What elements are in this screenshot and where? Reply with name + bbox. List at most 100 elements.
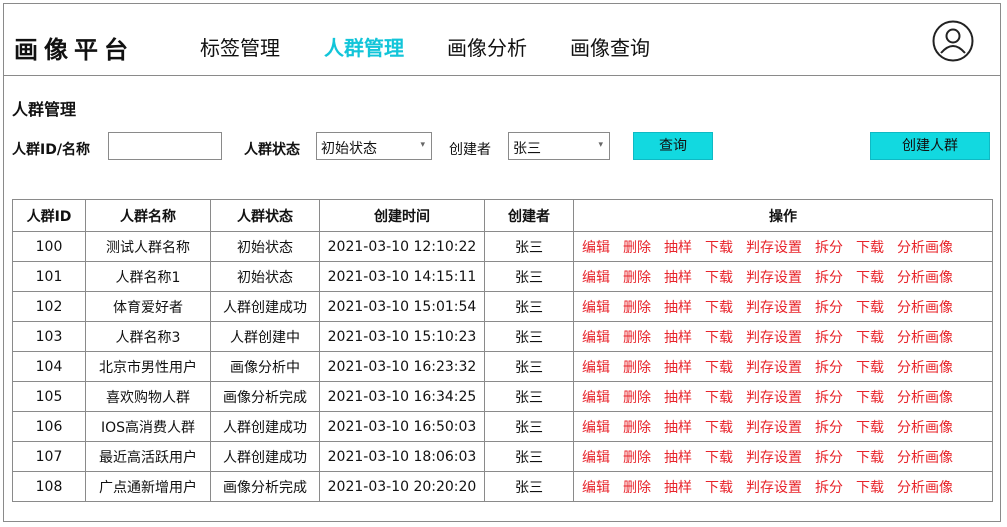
action-split-link[interactable]: 拆分 — [815, 240, 843, 256]
cell-status: 人群创建成功 — [210, 291, 320, 322]
action-analyze-profile-link[interactable]: 分析画像 — [897, 420, 953, 436]
action-split-link[interactable]: 拆分 — [815, 330, 843, 346]
action-split-link[interactable]: 拆分 — [815, 300, 843, 316]
action-analyze-profile-link[interactable]: 分析画像 — [897, 300, 953, 316]
action-edit-link[interactable]: 编辑 — [582, 300, 610, 316]
action-split-link[interactable]: 拆分 — [815, 390, 843, 406]
action-edit-link[interactable]: 编辑 — [582, 360, 610, 376]
nav-profile-analysis[interactable]: 画像分析 — [447, 32, 527, 61]
cell-created: 2021-03-10 16:50:03 — [319, 411, 485, 442]
table-row: 103 人群名称3 人群创建中 2021-03-10 15:10:23 张三 编辑 删除 抽样… — [12, 321, 993, 352]
action-retention-settings-link[interactable]: 判存设置 — [746, 360, 802, 376]
col-header-actions: 操作 — [573, 199, 993, 232]
action-download-2-link[interactable]: 下载 — [856, 330, 884, 346]
action-sample-link[interactable]: 抽样 — [664, 270, 692, 286]
action-download-link[interactable]: 下载 — [705, 330, 733, 346]
cell-id: 101 — [12, 261, 86, 292]
chevron-down-icon: ▾ — [598, 140, 603, 150]
action-retention-settings-link[interactable]: 判存设置 — [746, 330, 802, 346]
action-retention-settings-link[interactable]: 判存设置 — [746, 270, 802, 286]
action-sample-link[interactable]: 抽样 — [664, 300, 692, 316]
action-retention-settings-link[interactable]: 判存设置 — [746, 420, 802, 436]
action-sample-link[interactable]: 抽样 — [664, 360, 692, 376]
action-download-link[interactable]: 下载 — [705, 240, 733, 256]
nav-crowd-management[interactable]: 人群管理 — [324, 32, 404, 61]
action-retention-settings-link[interactable]: 判存设置 — [746, 240, 802, 256]
action-retention-settings-link[interactable]: 判存设置 — [746, 480, 802, 496]
action-sample-link[interactable]: 抽样 — [664, 420, 692, 436]
action-edit-link[interactable]: 编辑 — [582, 420, 610, 436]
action-edit-link[interactable]: 编辑 — [582, 330, 610, 346]
action-delete-link[interactable]: 删除 — [623, 360, 651, 376]
status-select[interactable]: 初始状态 ▾ — [316, 132, 432, 160]
action-split-link[interactable]: 拆分 — [815, 420, 843, 436]
action-split-link[interactable]: 拆分 — [815, 480, 843, 496]
col-header-created: 创建时间 — [319, 199, 485, 232]
table-row: 106 IOS高消费人群 人群创建成功 2021-03-10 16:50:03 张三 编辑… — [12, 411, 993, 442]
user-avatar-icon[interactable] — [932, 20, 974, 62]
action-analyze-profile-link[interactable]: 分析画像 — [897, 360, 953, 376]
action-edit-link[interactable]: 编辑 — [582, 450, 610, 466]
action-edit-link[interactable]: 编辑 — [582, 240, 610, 256]
action-download-2-link[interactable]: 下载 — [856, 300, 884, 316]
action-split-link[interactable]: 拆分 — [815, 270, 843, 286]
action-edit-link[interactable]: 编辑 — [582, 480, 610, 496]
action-download-link[interactable]: 下载 — [705, 360, 733, 376]
cell-creator: 张三 — [484, 321, 574, 352]
table-row: 105 喜欢购物人群 画像分析完成 2021-03-10 16:34:25 张三 编辑 删除… — [12, 381, 993, 412]
action-delete-link[interactable]: 删除 — [623, 420, 651, 436]
action-delete-link[interactable]: 删除 — [623, 240, 651, 256]
action-delete-link[interactable]: 删除 — [623, 480, 651, 496]
action-sample-link[interactable]: 抽样 — [664, 240, 692, 256]
action-delete-link[interactable]: 删除 — [623, 270, 651, 286]
top-navbar: 画像平台 标签管理 人群管理 画像分析 画像查询 — [4, 4, 1000, 76]
cell-name: 喜欢购物人群 — [85, 381, 211, 412]
action-download-link[interactable]: 下载 — [705, 480, 733, 496]
cell-actions: 编辑 删除 抽样 下载 判存设置 拆分 下载 分析画像 — [573, 321, 993, 352]
action-download-2-link[interactable]: 下载 — [856, 390, 884, 406]
action-delete-link[interactable]: 删除 — [623, 330, 651, 346]
search-button[interactable]: 查询 — [633, 132, 713, 160]
action-edit-link[interactable]: 编辑 — [582, 270, 610, 286]
cell-created: 2021-03-10 20:20:20 — [319, 471, 485, 502]
table-row: 104 北京市男性用户 画像分析中 2021-03-10 16:23:32 张三 编辑 删除… — [12, 351, 993, 382]
action-download-2-link[interactable]: 下载 — [856, 420, 884, 436]
action-analyze-profile-link[interactable]: 分析画像 — [897, 480, 953, 496]
action-retention-settings-link[interactable]: 判存设置 — [746, 300, 802, 316]
action-download-link[interactable]: 下载 — [705, 390, 733, 406]
action-download-link[interactable]: 下载 — [705, 450, 733, 466]
action-sample-link[interactable]: 抽样 — [664, 480, 692, 496]
action-analyze-profile-link[interactable]: 分析画像 — [897, 330, 953, 346]
action-delete-link[interactable]: 删除 — [623, 300, 651, 316]
action-download-link[interactable]: 下载 — [705, 270, 733, 286]
action-split-link[interactable]: 拆分 — [815, 360, 843, 376]
nav-tag-management[interactable]: 标签管理 — [200, 32, 280, 61]
creator-select[interactable]: 张三 ▾ — [508, 132, 610, 160]
action-download-2-link[interactable]: 下载 — [856, 270, 884, 286]
action-download-2-link[interactable]: 下载 — [856, 450, 884, 466]
action-sample-link[interactable]: 抽样 — [664, 450, 692, 466]
action-sample-link[interactable]: 抽样 — [664, 330, 692, 346]
action-analyze-profile-link[interactable]: 分析画像 — [897, 450, 953, 466]
action-download-link[interactable]: 下载 — [705, 420, 733, 436]
action-download-2-link[interactable]: 下载 — [856, 480, 884, 496]
id-name-input[interactable] — [108, 132, 222, 160]
action-analyze-profile-link[interactable]: 分析画像 — [897, 390, 953, 406]
create-crowd-button[interactable]: 创建人群 — [870, 132, 990, 160]
action-download-link[interactable]: 下载 — [705, 300, 733, 316]
nav-profile-query[interactable]: 画像查询 — [570, 32, 650, 61]
action-download-2-link[interactable]: 下载 — [856, 360, 884, 376]
action-sample-link[interactable]: 抽样 — [664, 390, 692, 406]
cell-actions: 编辑 删除 抽样 下载 判存设置 拆分 下载 分析画像 — [573, 441, 993, 472]
action-analyze-profile-link[interactable]: 分析画像 — [897, 240, 953, 256]
action-delete-link[interactable]: 删除 — [623, 390, 651, 406]
action-delete-link[interactable]: 删除 — [623, 450, 651, 466]
action-retention-settings-link[interactable]: 判存设置 — [746, 390, 802, 406]
cell-created: 2021-03-10 18:06:03 — [319, 441, 485, 472]
action-edit-link[interactable]: 编辑 — [582, 390, 610, 406]
action-download-2-link[interactable]: 下载 — [856, 240, 884, 256]
cell-name: IOS高消费人群 — [85, 411, 211, 442]
action-analyze-profile-link[interactable]: 分析画像 — [897, 270, 953, 286]
action-split-link[interactable]: 拆分 — [815, 450, 843, 466]
action-retention-settings-link[interactable]: 判存设置 — [746, 450, 802, 466]
